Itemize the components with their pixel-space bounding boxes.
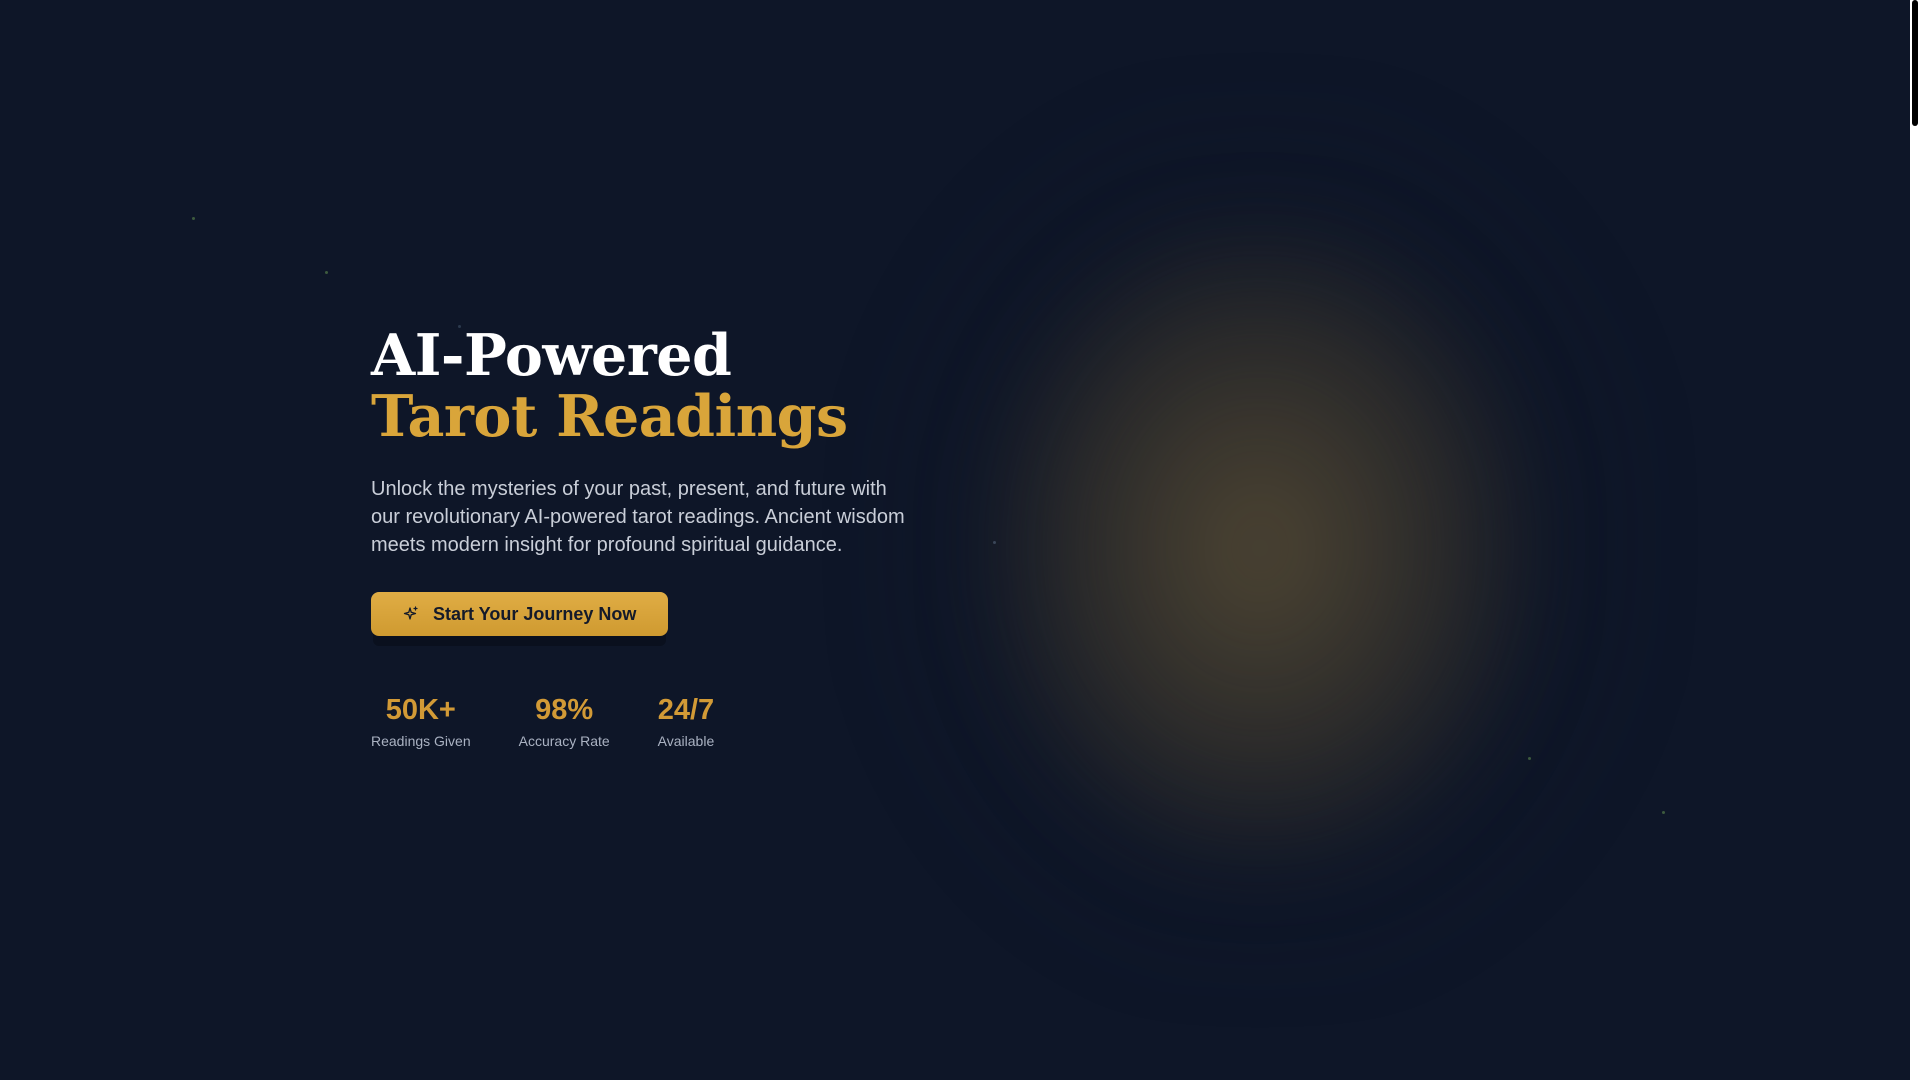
scrollbar-thumb[interactable] [1912, 0, 1918, 126]
stat-label: Readings Given [371, 733, 471, 749]
hero-section: AI-Powered Tarot Readings Unlock the mys… [371, 325, 931, 636]
hero-title: AI-Powered Tarot Readings [371, 325, 931, 447]
stat-value: 24/7 [657, 694, 715, 726]
stat-accuracy: 98% Accuracy Rate [519, 693, 610, 751]
star-dot [1662, 811, 1665, 814]
star-dot [993, 541, 996, 544]
start-journey-button[interactable]: Start Your Journey Now [371, 592, 669, 636]
star-dot [325, 271, 328, 274]
stat-label: Available [657, 733, 715, 749]
stat-value: 50K+ [385, 694, 456, 726]
scrollbar[interactable] [1910, 0, 1920, 1080]
stats-row: 50K+ Readings Given 98% Accuracy Rate 24… [371, 693, 714, 751]
hero-subtitle: Unlock the mysteries of your past, prese… [371, 478, 905, 556]
stat-value: 98% [535, 694, 594, 726]
hero-title-line1: AI-Powered [371, 322, 732, 389]
star-dot [1528, 757, 1531, 760]
landing-page: AI-Powered Tarot Readings Unlock the mys… [0, 0, 1920, 1080]
stat-readings: 50K+ Readings Given [371, 693, 471, 751]
start-journey-label: Start Your Journey Now [433, 603, 637, 624]
star-dot [192, 217, 195, 220]
sparkle-icon [403, 606, 418, 620]
hero-title-line2: Tarot Readings [371, 383, 848, 450]
stat-availability: 24/7 Available [658, 693, 715, 751]
stat-label: Accuracy Rate [518, 733, 610, 749]
card-glow [990, 228, 1530, 868]
